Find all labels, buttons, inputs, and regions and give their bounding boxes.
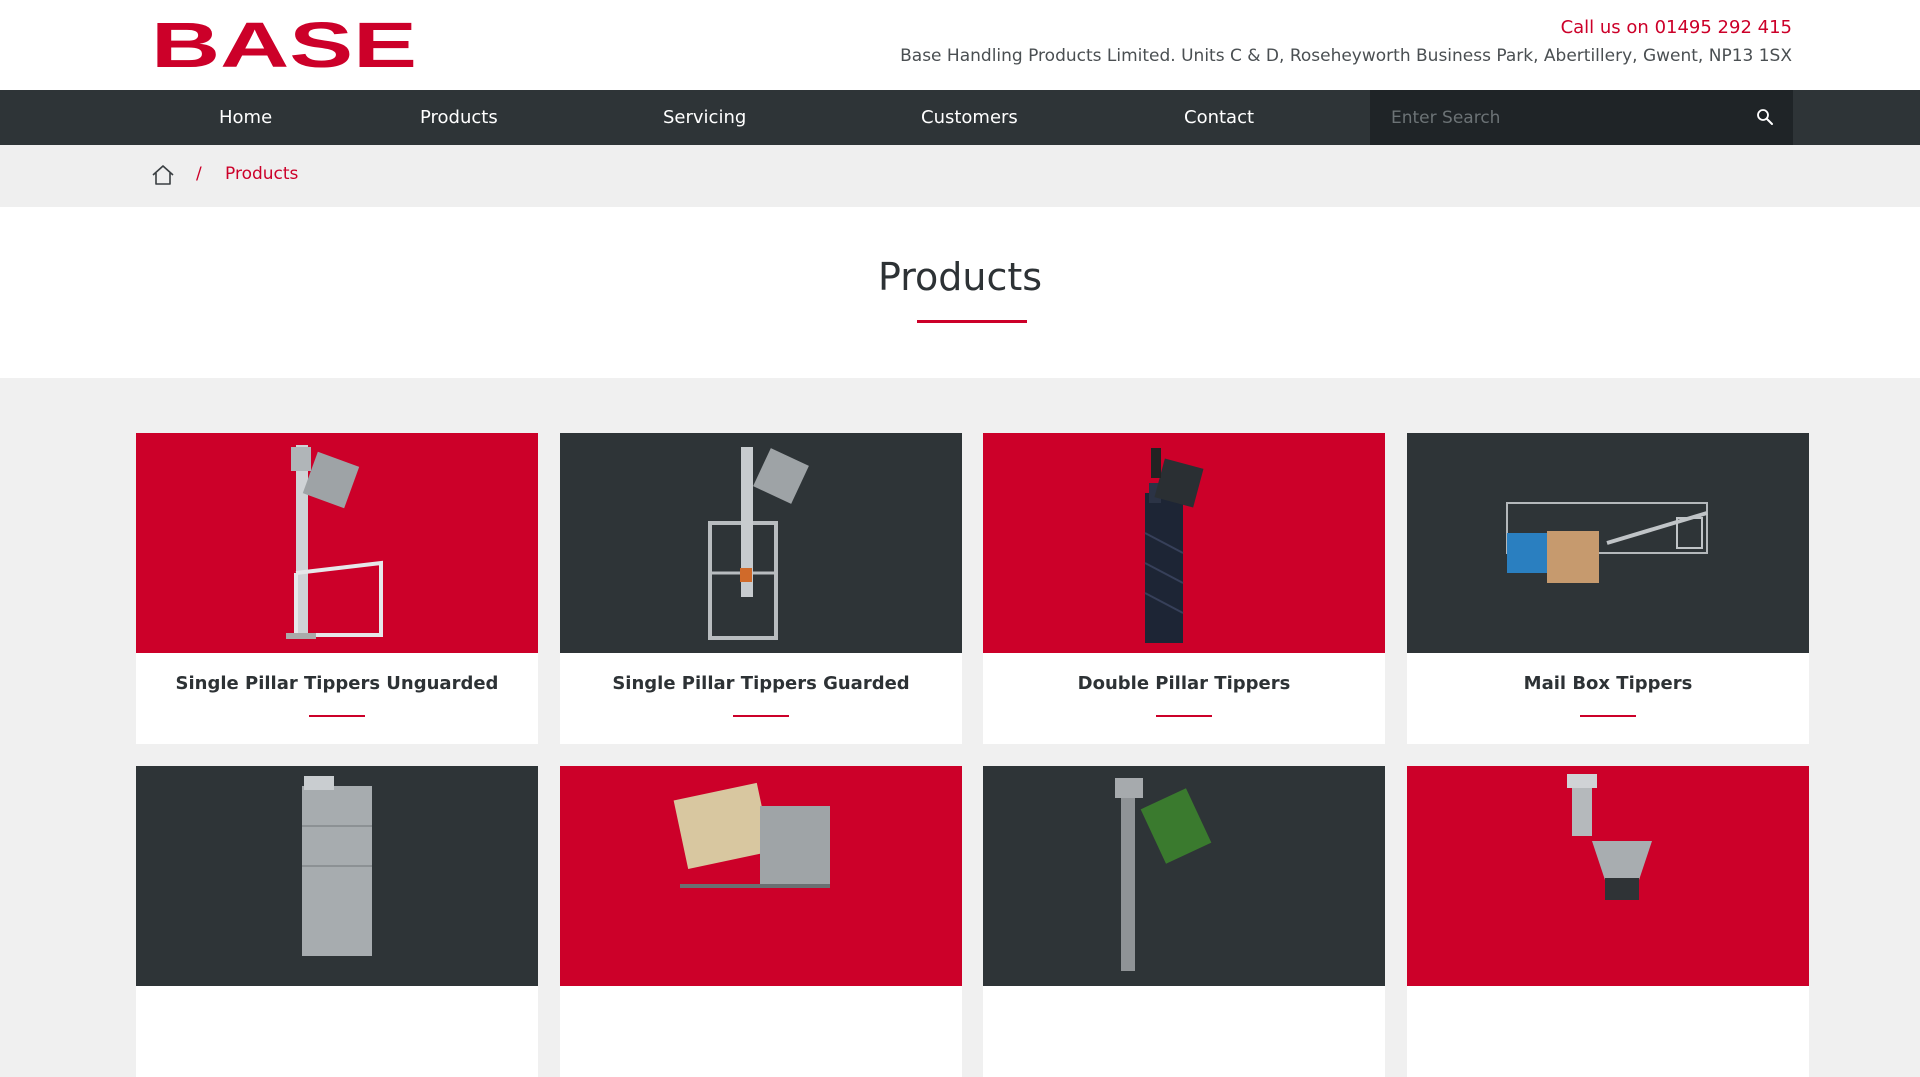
- main-nav: Home Products Servicing Customers Contac…: [0, 90, 1920, 145]
- double-pillar-tipper-image: [1144, 448, 1204, 643]
- title-band: Products: [0, 207, 1920, 378]
- product-image: [1407, 766, 1809, 986]
- product-image: [136, 766, 538, 986]
- product-card[interactable]: Double Pillar Tippers: [983, 433, 1385, 744]
- product-image: [560, 766, 962, 986]
- nav-item-products[interactable]: Products: [420, 90, 498, 145]
- product-card[interactable]: Single Pillar Tippers Guarded: [560, 433, 962, 744]
- search-box: [1370, 90, 1793, 145]
- svg-text:BASE: BASE: [151, 17, 417, 69]
- product-title: [136, 986, 538, 1077]
- product-image: [1407, 433, 1809, 653]
- home-icon[interactable]: [151, 164, 175, 186]
- product-title: [983, 986, 1385, 1077]
- box-tipper-image: [673, 782, 830, 888]
- product-card[interactable]: [983, 766, 1385, 1077]
- phone-number[interactable]: 01495 292 415: [1655, 17, 1792, 38]
- wheelie-bin-tipper-image: [1115, 778, 1212, 971]
- company-address: Base Handling Products Limited. Units C …: [900, 46, 1792, 66]
- nav-item-contact[interactable]: Contact: [1184, 90, 1254, 145]
- call-line: Call us on 01495 292 415: [900, 16, 1792, 44]
- product-card[interactable]: Mail Box Tippers: [1407, 433, 1809, 744]
- product-title: Single Pillar Tippers Unguarded: [175, 673, 499, 694]
- product-card[interactable]: [560, 766, 962, 1077]
- search-input[interactable]: [1370, 90, 1740, 145]
- site-header: BASE Call us on 01495 292 415 Base Handl…: [0, 0, 1920, 90]
- mail-box-tipper-image: [1506, 502, 1708, 583]
- product-card[interactable]: [136, 766, 538, 1077]
- product-title: Double Pillar Tippers: [1077, 673, 1291, 694]
- product-underline: [1156, 715, 1212, 717]
- call-prefix: Call us on: [1560, 17, 1649, 38]
- product-underline: [1580, 715, 1636, 717]
- breadcrumb-current: Products: [225, 164, 299, 184]
- product-title: [1407, 986, 1809, 1077]
- nav-item-customers[interactable]: Customers: [921, 90, 1018, 145]
- product-underline: [309, 715, 365, 717]
- guarded-tipper-image: [708, 447, 809, 640]
- product-image: [983, 433, 1385, 653]
- product-title: Single Pillar Tippers Guarded: [612, 673, 910, 694]
- nav-item-servicing[interactable]: Servicing: [663, 90, 746, 145]
- single-pillar-tipper-image: [286, 445, 383, 639]
- product-image: [560, 433, 962, 653]
- product-image: [136, 433, 538, 653]
- page-title: Products: [877, 255, 1043, 299]
- product-card[interactable]: Single Pillar Tippers Unguarded: [136, 433, 538, 744]
- product-underline: [733, 715, 789, 717]
- product-title: Mail Box Tippers: [1523, 673, 1693, 694]
- title-underline: [917, 320, 1027, 323]
- base-logo[interactable]: BASE: [151, 17, 417, 69]
- product-image: [983, 766, 1385, 986]
- search-icon[interactable]: [1755, 107, 1775, 127]
- nav-item-home[interactable]: Home: [219, 90, 272, 145]
- product-card[interactable]: [1407, 766, 1809, 1077]
- breadcrumb-separator: /: [196, 164, 202, 184]
- breadcrumb: / Products: [0, 145, 1920, 207]
- cone-tipper-image: [1567, 774, 1652, 900]
- product-title: [560, 986, 962, 1077]
- header-contact: Call us on 01495 292 415 Base Handling P…: [900, 16, 1792, 68]
- enclosed-tipper-image: [302, 776, 372, 956]
